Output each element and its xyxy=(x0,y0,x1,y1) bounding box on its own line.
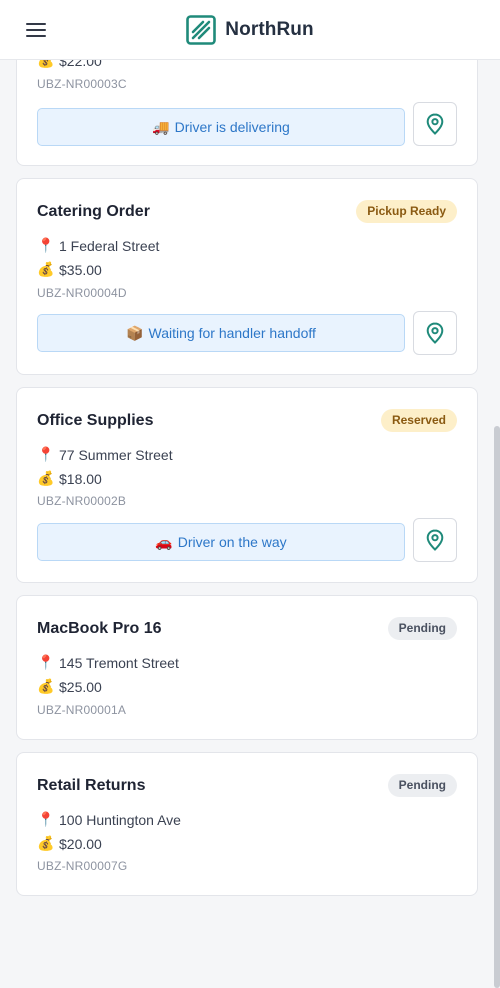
status-badge: Reserved xyxy=(380,409,457,432)
order-id: UBZ-NR00004D xyxy=(37,286,127,300)
money-bag-icon: 💰 xyxy=(37,261,55,277)
status-label: Driver on the way xyxy=(177,534,287,550)
status-badge: Pickup Ready xyxy=(356,200,457,223)
order-card[interactable]: Office Supplies Reserved 📍 77 Summer Str… xyxy=(16,387,478,583)
order-address: 📍 1 Federal Street xyxy=(37,237,159,254)
order-card[interactable]: Retail Returns Pending 📍 100 Huntington … xyxy=(16,752,478,896)
money-bag-icon: 💰 xyxy=(37,835,55,851)
app-name: NorthRun xyxy=(225,18,314,40)
order-price: 💰 $18.00 xyxy=(37,470,102,487)
money-bag-icon: 💰 xyxy=(37,678,55,694)
map-pin-icon xyxy=(426,113,444,135)
address-value: 77 Summer Street xyxy=(59,446,173,463)
order-title: Retail Returns xyxy=(37,777,146,794)
pin-icon: 📍 xyxy=(37,446,55,462)
order-title: MacBook Pro 16 xyxy=(37,620,162,637)
status-label: Waiting for handler handoff xyxy=(148,325,316,341)
map-pin-button[interactable] xyxy=(413,311,457,355)
order-address: 📍 100 Huntington Ave xyxy=(37,811,181,828)
status-button[interactable]: 🚗 Driver on the way xyxy=(37,523,405,561)
order-id: UBZ-NR00002B xyxy=(37,494,127,508)
brand[interactable]: NorthRun xyxy=(186,14,314,45)
truck-icon: 🚚 xyxy=(152,118,170,135)
address-value: 145 Tremont Street xyxy=(59,654,179,671)
package-icon: 📦 xyxy=(126,324,144,341)
status-button[interactable]: 🚚 Driver is delivering xyxy=(37,108,405,146)
status-label: Driver is delivering xyxy=(174,119,290,135)
status-button[interactable]: 📦 Waiting for handler handoff xyxy=(37,314,405,352)
address-value: 1 Federal Street xyxy=(59,237,160,254)
address-value: 100 Huntington Ave xyxy=(59,811,181,828)
order-card[interactable]: Catering Order Pickup Ready 📍 1 Federal … xyxy=(16,178,478,375)
map-pin-button[interactable] xyxy=(413,102,457,146)
hamburger-menu-icon[interactable] xyxy=(26,21,46,39)
price-value: $35.00 xyxy=(59,261,102,278)
app-header-overlay: NorthRun xyxy=(0,0,500,60)
price-value: $25.00 xyxy=(59,678,102,695)
order-address: 📍 145 Tremont Street xyxy=(37,654,179,671)
order-id: UBZ-NR00007G xyxy=(37,859,128,873)
order-price: 💰 $25.00 xyxy=(37,678,102,695)
northrun-logo-icon xyxy=(186,14,217,45)
order-card[interactable]: MacBook Pro 16 Pending 📍 145 Tremont Str… xyxy=(16,595,478,740)
price-value: $18.00 xyxy=(59,470,102,487)
map-pin-icon xyxy=(426,322,444,344)
order-address: 📍 77 Summer Street xyxy=(37,446,173,463)
pin-icon: 📍 xyxy=(37,654,55,670)
order-price: 💰 $35.00 xyxy=(37,261,102,278)
car-icon: 🚗 xyxy=(155,533,173,550)
order-id: UBZ-NR00001A xyxy=(37,703,127,717)
pin-icon: 📍 xyxy=(37,237,55,253)
order-title: Office Supplies xyxy=(37,412,154,429)
pin-icon: 📍 xyxy=(37,811,55,827)
status-badge: Pending xyxy=(387,617,457,640)
status-badge: Pending xyxy=(387,774,457,797)
money-bag-icon: 💰 xyxy=(37,470,55,486)
order-id: UBZ-NR00003C xyxy=(37,77,127,91)
map-pin-icon xyxy=(426,529,444,551)
order-price: 💰 $20.00 xyxy=(37,835,102,852)
map-pin-button[interactable] xyxy=(413,518,457,562)
order-title: Catering Order xyxy=(37,203,150,220)
price-value: $20.00 xyxy=(59,835,102,852)
scrollbar-thumb[interactable] xyxy=(494,426,500,988)
